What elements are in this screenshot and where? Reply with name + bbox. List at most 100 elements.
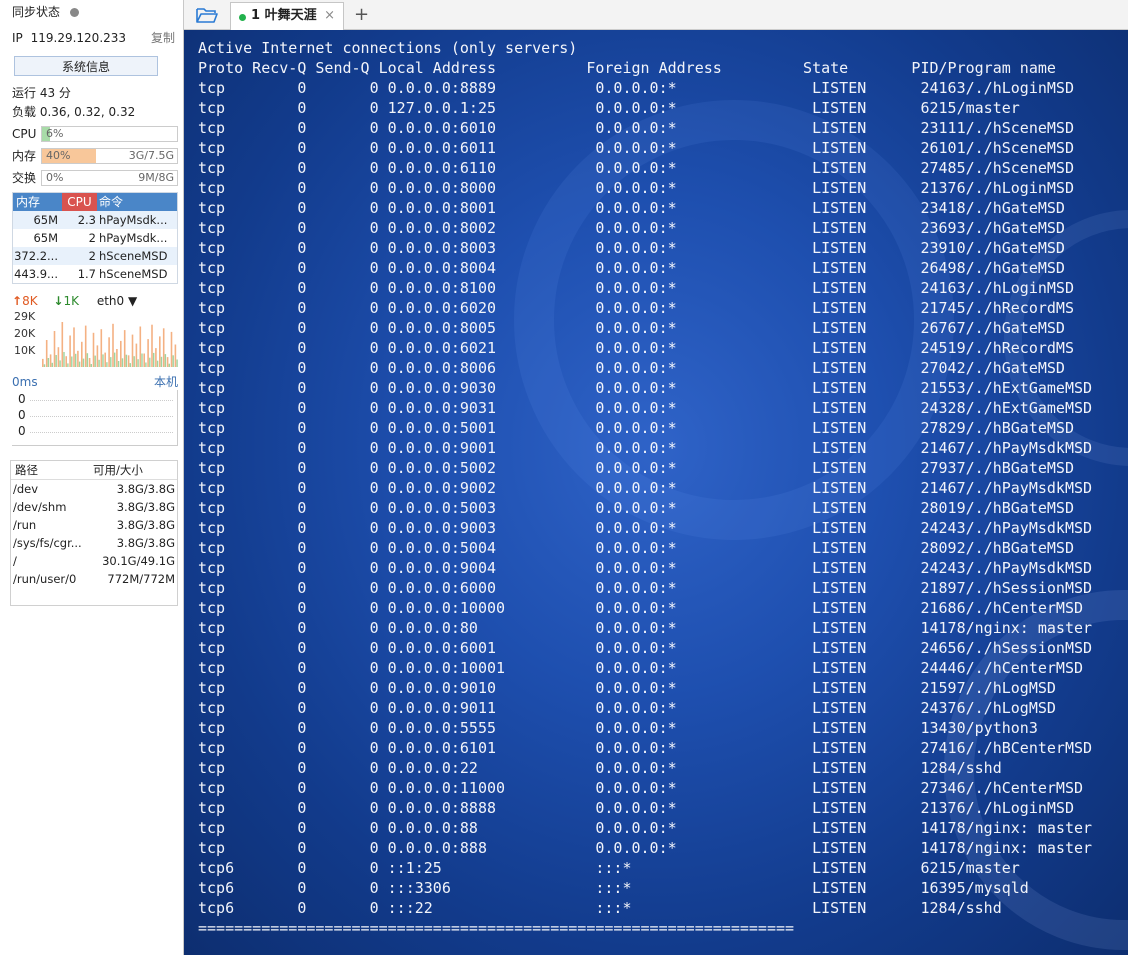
disk-row: /dev/shm 3.8G/3.8G bbox=[11, 498, 177, 516]
latency-row-value: 0 bbox=[18, 408, 26, 422]
process-mem: 65M bbox=[33, 213, 58, 227]
connection-row: tcp 0 0 0.0.0.0:9010 0.0.0.0:* LISTEN 21… bbox=[198, 679, 1056, 697]
upload-arrow-icon: ↑ bbox=[12, 294, 23, 308]
connection-row: tcp 0 0 0.0.0.0:8888 0.0.0.0:* LISTEN 21… bbox=[198, 799, 1074, 817]
ip-address: 119.29.120.233 bbox=[30, 31, 127, 45]
system-info-button[interactable]: 系统信息 bbox=[14, 56, 158, 76]
connection-row: tcp 0 0 0.0.0.0:8889 0.0.0.0:* LISTEN 24… bbox=[198, 79, 1074, 97]
connection-row: tcp 0 0 0.0.0.0:5555 0.0.0.0:* LISTEN 13… bbox=[198, 719, 1038, 737]
download-traffic-bar bbox=[82, 358, 85, 367]
network-header: ↑8K ↓1K eth0 ▼ bbox=[12, 293, 178, 309]
process-list: 65M 2.3 hPayMsdk... 65M 2 hPayMsdk... 372.2...… bbox=[13, 211, 177, 283]
network-traffic-graph: 29K 20K 10K bbox=[14, 310, 178, 367]
terminal[interactable]: Active Internet connections (only server… bbox=[184, 30, 1128, 955]
download-traffic-bar bbox=[106, 362, 108, 367]
upload-traffic-bar bbox=[127, 355, 130, 367]
process-table: 内存 CPU 命令 65M 2.3 hPayMsdk... 65M 2 hPayMsdk.… bbox=[12, 192, 178, 284]
network-interface-select[interactable]: eth0 ▼ bbox=[97, 294, 137, 308]
upload-traffic-bar bbox=[170, 331, 173, 367]
terminal-separator: ========================================… bbox=[198, 919, 795, 937]
network-axis-tick: 20K bbox=[14, 327, 36, 340]
add-tab-button[interactable]: + bbox=[350, 0, 373, 30]
status-sidebar: 同步状态 IP 119.29.120.233 复制 系统信息 运行 43 分 负… bbox=[0, 0, 184, 955]
process-row[interactable]: 443.9... 1.7 hSceneMSD bbox=[13, 265, 177, 283]
upload-rate: 8K bbox=[22, 294, 38, 308]
download-traffic-bar bbox=[121, 358, 124, 367]
download-traffic-bar bbox=[164, 354, 167, 367]
ip-label: IP bbox=[12, 31, 23, 45]
folder-open-icon[interactable] bbox=[196, 6, 218, 24]
latency-host[interactable]: 本机 bbox=[154, 374, 178, 390]
connection-row: tcp 0 0 0.0.0.0:8004 0.0.0.0:* LISTEN 26… bbox=[198, 259, 1065, 277]
download-traffic-bar bbox=[55, 355, 57, 367]
connection-row: tcp 0 0 0.0.0.0:6101 0.0.0.0:* LISTEN 27… bbox=[198, 739, 1093, 757]
process-mem: 65M bbox=[33, 231, 58, 245]
download-traffic-bar bbox=[125, 354, 128, 367]
proc-header-cpu[interactable]: CPU bbox=[62, 193, 97, 211]
process-row[interactable]: 65M 2.3 hPayMsdk... bbox=[13, 211, 177, 229]
process-row[interactable]: 372.2... 2 hSceneMSD bbox=[13, 247, 177, 265]
upload-traffic-bar bbox=[69, 335, 71, 367]
latency-row-value: 0 bbox=[18, 392, 26, 406]
upload-traffic-bar bbox=[143, 353, 145, 367]
download-traffic-bar bbox=[43, 364, 46, 367]
latency-row-value: 0 bbox=[18, 424, 26, 438]
connection-row: tcp 0 0 0.0.0.0:9004 0.0.0.0:* LISTEN 24… bbox=[198, 559, 1093, 577]
connection-row: tcp 0 0 0.0.0.0:6110 0.0.0.0:* LISTEN 27… bbox=[198, 159, 1074, 177]
upload-traffic-bar bbox=[162, 328, 165, 367]
process-cpu: 2 bbox=[88, 231, 96, 245]
connection-row: tcp 0 0 0.0.0.0:8000 0.0.0.0:* LISTEN 21… bbox=[198, 179, 1074, 197]
connection-row: tcp 0 0 0.0.0.0:8005 0.0.0.0:* LISTEN 26… bbox=[198, 319, 1065, 337]
connection-row: tcp 0 0 0.0.0.0:8100 0.0.0.0:* LISTEN 24… bbox=[198, 279, 1074, 297]
process-row[interactable]: 65M 2 hPayMsdk... bbox=[13, 229, 177, 247]
connection-row: tcp 0 0 0.0.0.0:5001 0.0.0.0:* LISTEN 27… bbox=[198, 419, 1074, 437]
process-cpu: 2 bbox=[88, 249, 96, 263]
close-icon[interactable]: × bbox=[324, 3, 335, 29]
upload-traffic-bar bbox=[84, 325, 87, 367]
disk-list: /dev 3.8G/3.8G/dev/shm 3.8G/3.8G/run 3.8G/3… bbox=[11, 480, 177, 588]
upload-traffic-bar bbox=[45, 340, 48, 367]
proc-header-cmd[interactable]: 命令 bbox=[99, 193, 123, 211]
disk-path: /run bbox=[13, 518, 37, 532]
disk-row: /run 3.8G/3.8G bbox=[11, 516, 177, 534]
sync-status-dot-icon bbox=[70, 8, 80, 17]
process-table-header: 内存 CPU 命令 bbox=[13, 193, 177, 211]
terminal-column-header: Proto Recv-Q Send-Q Local Address Foreig… bbox=[198, 59, 1056, 77]
download-traffic-bar bbox=[75, 353, 77, 367]
upload-traffic-bar bbox=[112, 323, 114, 367]
tab-bar: 1 叶舞天涯 × + bbox=[184, 0, 1128, 30]
meter-percent: 0% bbox=[46, 171, 64, 184]
network-traffic-chart: 29K 20K 10K bbox=[12, 310, 178, 368]
disk-size: 3.8G/3.8G bbox=[116, 500, 175, 514]
upload-traffic-bar bbox=[49, 354, 52, 367]
upload-traffic-bar bbox=[174, 344, 177, 367]
process-cmd: hPayMsdk... bbox=[99, 213, 168, 227]
connection-row: tcp 0 0 0.0.0.0:6000 0.0.0.0:* LISTEN 21… bbox=[198, 579, 1093, 597]
upload-traffic-bar bbox=[155, 348, 157, 367]
download-traffic-bar bbox=[110, 357, 112, 367]
meter-total: 9M/8G bbox=[138, 171, 174, 184]
download-traffic-bar bbox=[67, 363, 69, 367]
disk-path: /dev bbox=[13, 482, 39, 496]
copy-ip-button[interactable]: 复制 bbox=[151, 29, 175, 47]
proc-header-mem[interactable]: 内存 bbox=[16, 193, 62, 211]
ip-row: IP 119.29.120.233 复制 bbox=[12, 29, 177, 47]
connection-row: tcp6 0 0 ::1:25 :::* LISTEN 6215/master bbox=[198, 859, 1020, 877]
upload-traffic-bar bbox=[73, 327, 75, 367]
connection-row: tcp 0 0 0.0.0.0:22 0.0.0.0:* LISTEN 1284… bbox=[198, 759, 1002, 777]
disk-table: 路径 可用/大小 /dev 3.8G/3.8G/dev/shm 3.8G/3.8G /… bbox=[10, 460, 178, 606]
upload-traffic-bar bbox=[81, 341, 83, 367]
upload-traffic-bar bbox=[61, 322, 64, 367]
meter-bar: 40% 3G/7.5G bbox=[41, 148, 178, 164]
connection-row: tcp6 0 0 :::3306 :::* LISTEN 16395/mysql… bbox=[198, 879, 1029, 897]
disk-size: 772M/772M bbox=[107, 572, 175, 586]
connection-row: tcp 0 0 0.0.0.0:10000 0.0.0.0:* LISTEN 2… bbox=[198, 599, 1084, 617]
upload-traffic-bar bbox=[151, 324, 153, 367]
disk-path: /dev/shm bbox=[13, 500, 67, 514]
tab-session-1[interactable]: 1 叶舞天涯 × bbox=[230, 2, 344, 30]
connection-row: tcp 0 0 0.0.0.0:5003 0.0.0.0:* LISTEN 28… bbox=[198, 499, 1074, 517]
download-traffic-bar bbox=[94, 355, 96, 367]
connection-row: tcp 0 0 0.0.0.0:8001 0.0.0.0:* LISTEN 23… bbox=[198, 199, 1065, 217]
upload-traffic-bar bbox=[42, 358, 44, 367]
download-traffic-bar bbox=[133, 356, 135, 367]
